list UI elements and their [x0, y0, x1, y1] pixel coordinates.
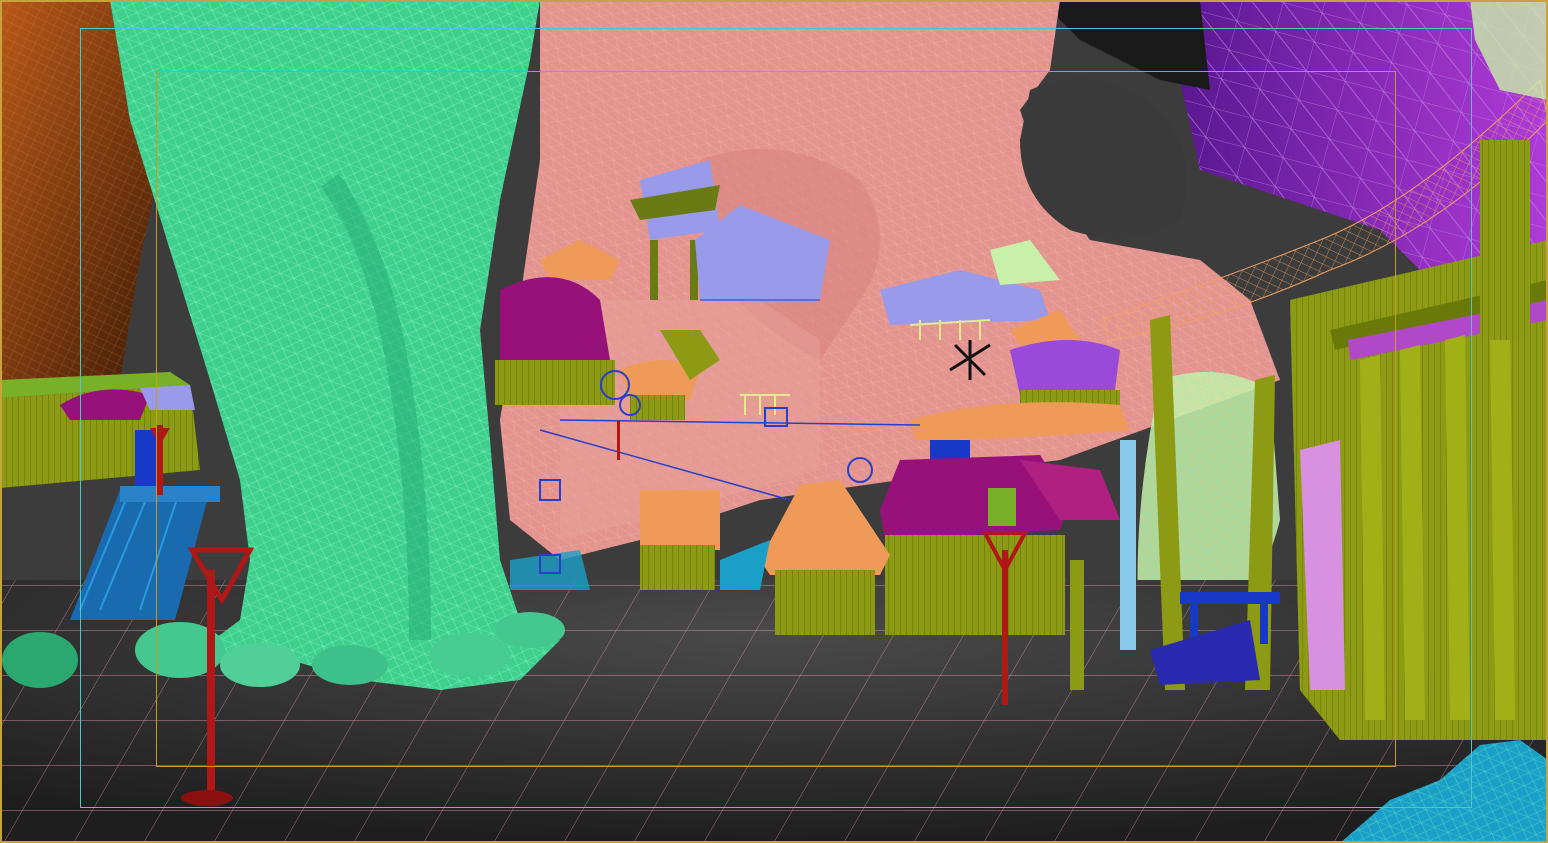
3d-viewport[interactable] — [0, 0, 1548, 843]
blue-bench — [1180, 592, 1280, 604]
light-blue-pillar — [1120, 440, 1136, 650]
viewport-scene[interactable] — [0, 0, 1548, 843]
